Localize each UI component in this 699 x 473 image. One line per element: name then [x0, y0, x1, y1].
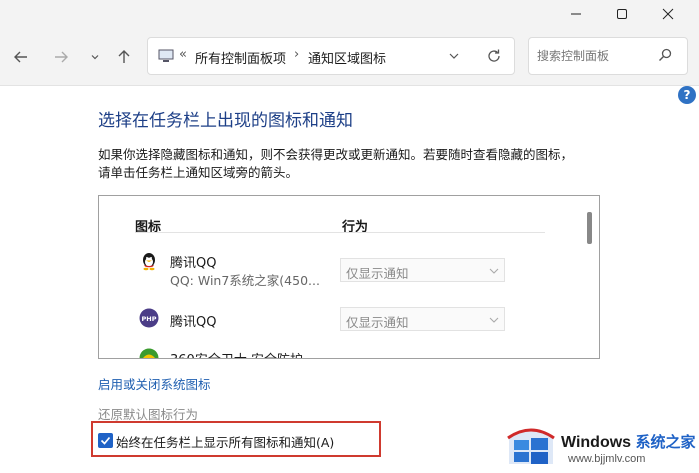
- windows-logo-icon: [507, 428, 555, 464]
- address-dropdown-icon[interactable]: [448, 50, 460, 62]
- breadcrumb-all-control-panel-items[interactable]: 所有控制面板项: [195, 48, 286, 67]
- always-show-label[interactable]: 始终在任务栏上显示所有图标和通知(A): [116, 432, 334, 451]
- title-bar: [0, 0, 699, 28]
- arrow-left-icon: [14, 51, 27, 63]
- minimize-button[interactable]: [553, 0, 599, 28]
- always-show-checkbox[interactable]: [98, 433, 113, 448]
- watermark-url: www.bjjmlv.com: [568, 453, 646, 465]
- watermark-brand-en: Windows: [561, 434, 632, 451]
- forward-button[interactable]: [48, 44, 74, 70]
- close-button[interactable]: [645, 0, 691, 28]
- chevron-down-icon: [489, 317, 499, 323]
- qq-penguin-icon: [143, 253, 155, 271]
- icon-list[interactable]: 图标 行为 腾讯QQ QQ: Win7系统之家(450... 仅显示通知 PHP…: [98, 195, 600, 359]
- description-line-2: 请单击任务栏上通知区域旁的箭头。: [98, 165, 299, 180]
- navigation-bar: « 所有控制面板项 › 通知区域图标: [0, 28, 699, 86]
- address-bar[interactable]: « 所有控制面板项 › 通知区域图标: [147, 37, 515, 75]
- breadcrumb-separator[interactable]: ›: [294, 47, 299, 62]
- arrow-right-icon: [55, 51, 68, 63]
- chevron-down-icon: [489, 268, 499, 274]
- help-button[interactable]: ?: [678, 86, 696, 104]
- address-overflow[interactable]: «: [179, 47, 187, 62]
- search-icon[interactable]: [658, 48, 672, 62]
- scrollbar-thumb[interactable]: [587, 212, 592, 244]
- watermark-brand-cn: 系统之家: [635, 434, 696, 451]
- 360-shield-icon: [139, 348, 159, 358]
- app-name: 腾讯QQ: [170, 256, 217, 271]
- arrow-up-icon: [118, 50, 130, 63]
- description-line-1: 如果你选择隐藏图标和通知，则不会获得更改或更新通知。若要随时查看隐藏的图标，: [98, 147, 574, 162]
- page-title: 选择在任务栏上出现的图标和通知: [98, 111, 353, 131]
- recent-locations-button[interactable]: [82, 44, 108, 70]
- maximize-icon: [617, 9, 627, 19]
- behavior-value: 仅显示通知: [346, 315, 409, 330]
- up-button[interactable]: [111, 44, 137, 70]
- system-icons-link[interactable]: 启用或关闭系统图标: [98, 374, 211, 393]
- behavior-value: 仅显示通知: [346, 266, 409, 281]
- app-name: 腾讯QQ: [170, 315, 217, 330]
- app-detail: QQ: Win7系统之家(450...: [170, 273, 320, 288]
- control-panel-icon: [158, 49, 174, 62]
- app-name: 360安全卫士 安全防护...: [170, 349, 315, 358]
- refresh-icon[interactable]: [486, 48, 502, 64]
- page-description: 如果你选择隐藏图标和通知，则不会获得更改或更新通知。若要随时查看隐藏的图标， 请…: [98, 146, 598, 182]
- chevron-down-icon: [91, 55, 99, 60]
- behavior-select[interactable]: 仅显示通知: [340, 307, 505, 331]
- search-input[interactable]: [537, 46, 655, 66]
- svg-text:PHP: PHP: [142, 315, 157, 323]
- checkmark-icon: [100, 436, 111, 445]
- behavior-select[interactable]: 仅显示通知: [340, 258, 505, 282]
- close-icon: [662, 8, 674, 20]
- search-box[interactable]: [528, 37, 688, 75]
- minimize-icon: [571, 13, 581, 15]
- watermark-brand: Windows 系统之家: [561, 431, 696, 452]
- watermark: Windows 系统之家 www.bjjmlv.com: [506, 420, 699, 473]
- php-icon: PHP: [139, 308, 159, 328]
- breadcrumb-notification-area-icons[interactable]: 通知区域图标: [308, 48, 386, 67]
- header-divider: [135, 232, 545, 233]
- maximize-button[interactable]: [599, 0, 645, 28]
- back-button[interactable]: [8, 44, 34, 70]
